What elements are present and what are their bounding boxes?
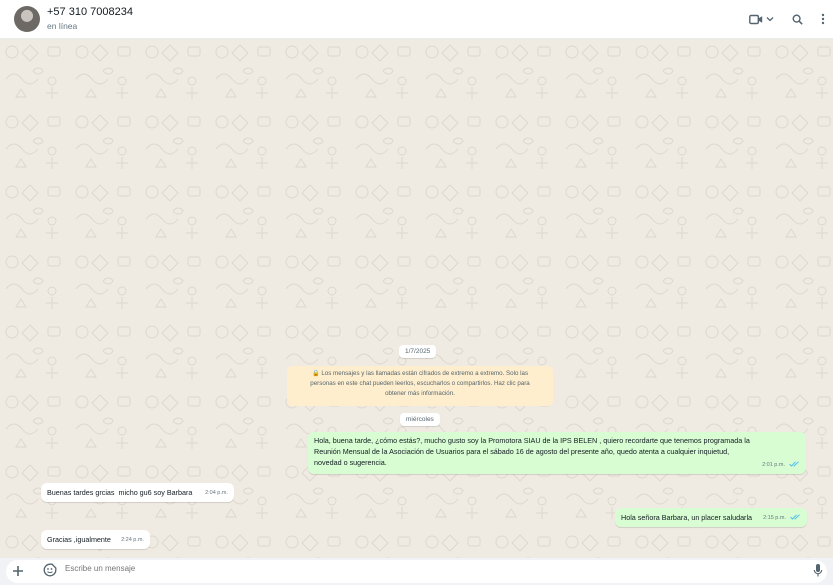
read-receipt-icon (790, 514, 800, 520)
outgoing-message[interactable]: Hola señora Barbara, un placer saludarla… (615, 508, 807, 527)
menu-kebab-icon[interactable] (821, 13, 825, 25)
day-separator-label: miércoles (406, 416, 434, 423)
read-receipt-icon (789, 461, 799, 467)
date-separator: 1/7/2025 (399, 345, 437, 358)
message-meta: 2:15 p.m. (763, 511, 801, 524)
message-time: 2:24 p.m. (121, 537, 144, 543)
message-time: 2:01 p.m. (762, 462, 785, 468)
chat-wallpaper (0, 39, 833, 558)
message-time: 2:04 p.m. (205, 490, 228, 496)
message-text: Hola señora Barbara, un placer saludarla (621, 513, 753, 522)
search-icon[interactable] (792, 13, 803, 25)
encryption-notice[interactable]: 🔒 Los mensajes y las llamadas están cifr… (287, 366, 553, 406)
message-time: 2:15 p.m. (763, 515, 786, 521)
sticker-icon[interactable] (43, 563, 57, 577)
contact-avatar[interactable] (14, 6, 40, 32)
message-line: Reunión Mensual de la Asociación de Usua… (314, 447, 730, 456)
incoming-message[interactable]: Buenas tardes grcias micho gu6 soy Barba… (41, 483, 234, 502)
incoming-message[interactable]: Gracias ,igualmente 2:24 p.m. (41, 530, 150, 549)
chat-area[interactable]: 1/7/2025 🔒 Los mensajes y las llamadas e… (0, 39, 833, 558)
encryption-notice-line: obtener más información. (385, 390, 455, 398)
message-text: Gracias ,igualmente (47, 535, 111, 544)
day-separator: miércoles (400, 413, 440, 426)
message-composer (0, 558, 833, 585)
message-meta: 2:01 p.m. (762, 458, 800, 471)
message-text: Buenas tardes grcias micho gu6 soy Barba… (47, 488, 193, 497)
contact-status: en línea (47, 21, 78, 31)
plus-icon[interactable] (10, 561, 26, 581)
video-call-button[interactable] (749, 14, 774, 25)
encryption-notice-line: personas en este chat pueden leerlos, es… (310, 380, 530, 388)
chevron-down-icon (766, 17, 774, 22)
microphone-icon[interactable] (813, 563, 823, 578)
message-line: Hola, buena tarde, ¿cómo estás?, mucho g… (314, 436, 750, 445)
message-input[interactable] (65, 564, 765, 573)
date-separator-label: 1/7/2025 (405, 348, 431, 355)
chat-header: +57 310 7008234 en línea (0, 0, 833, 39)
contact-name[interactable]: +57 310 7008234 (47, 6, 133, 18)
header-actions (749, 8, 825, 30)
message-line: novedad o sugerencia. (314, 458, 387, 467)
video-call-icon (749, 14, 763, 24)
outgoing-message[interactable]: Hola, buena tarde, ¿cómo estás?, mucho g… (308, 432, 806, 474)
encryption-notice-line: 🔒 Los mensajes y las llamadas están cifr… (311, 370, 529, 377)
